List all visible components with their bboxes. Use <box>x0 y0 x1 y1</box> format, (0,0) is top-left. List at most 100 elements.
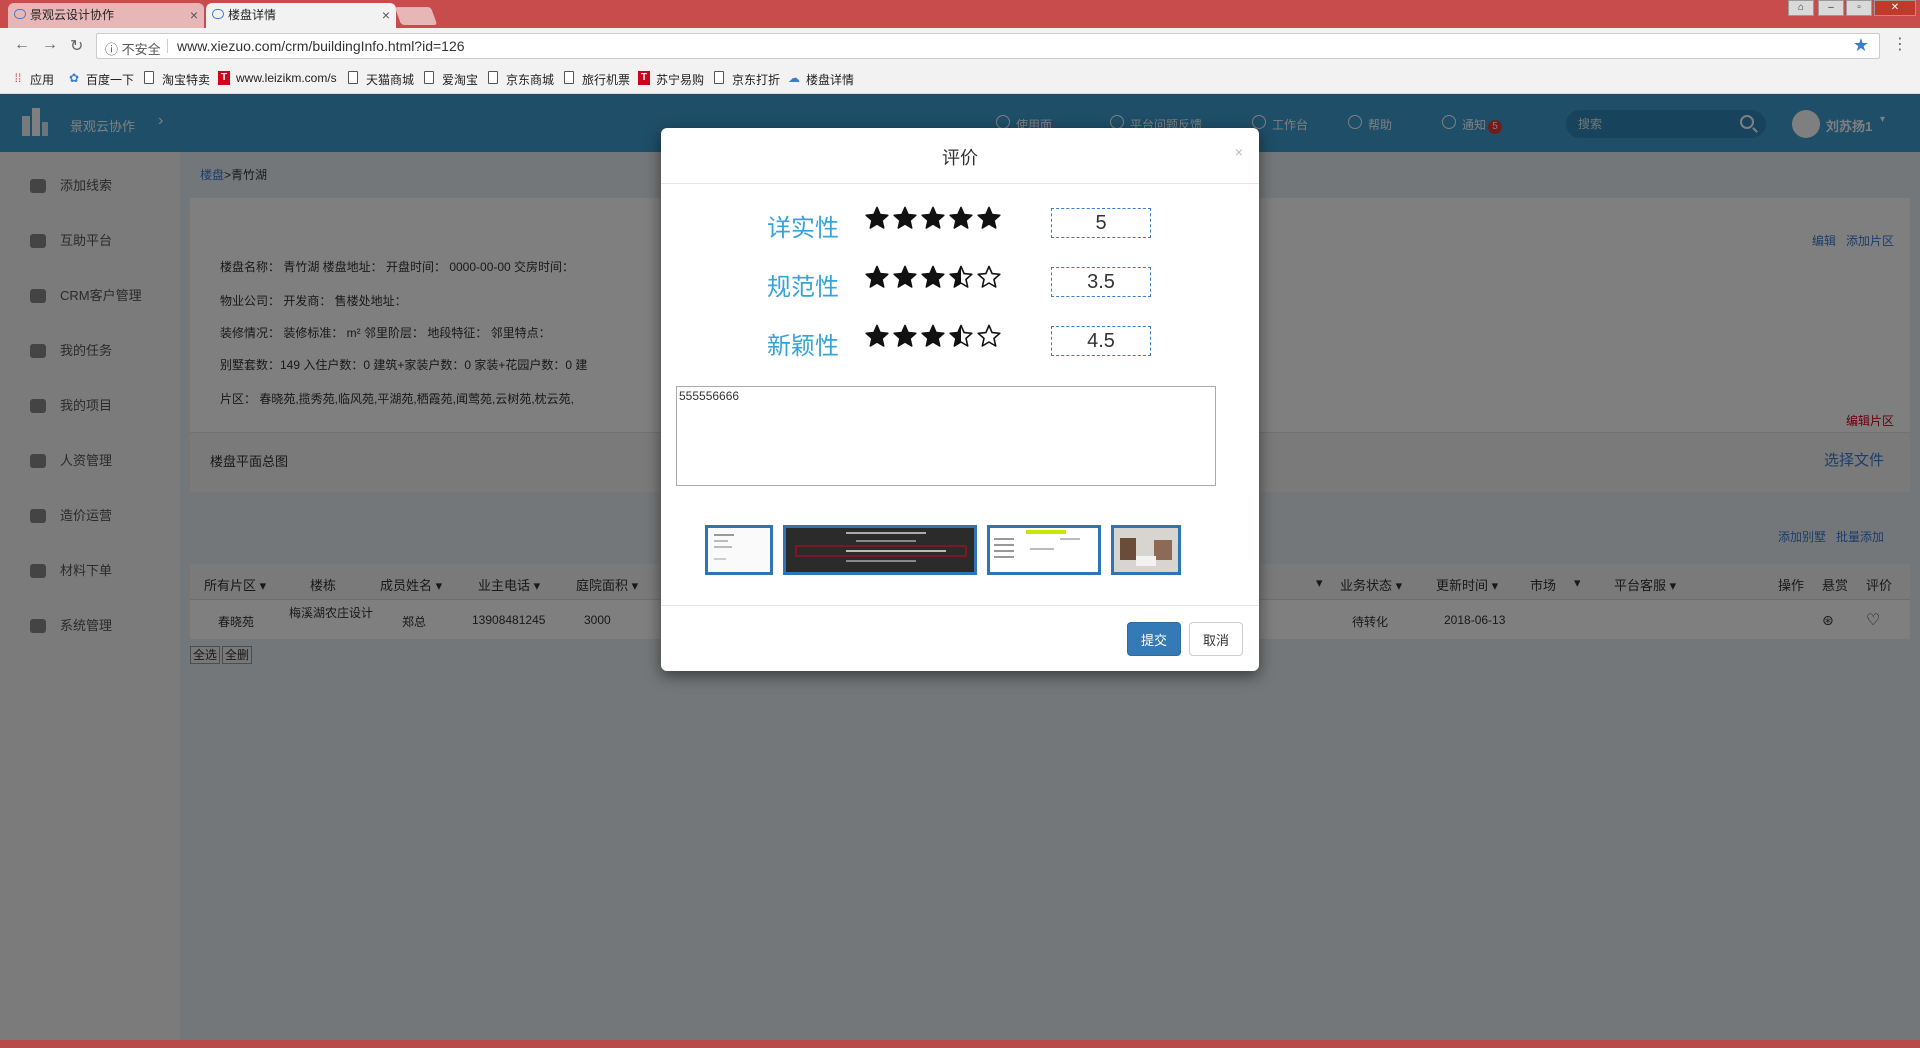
minimize-icon[interactable]: – <box>1818 0 1844 16</box>
url-text[interactable]: www.xiezuo.com/crm/buildingInfo.html?id=… <box>177 38 465 54</box>
modal-header: 评价 × <box>661 128 1259 184</box>
cloud-icon: ☁ <box>788 71 800 85</box>
stars-svg <box>865 206 1001 229</box>
bookmark-jd[interactable]: 京东商城 <box>488 71 554 88</box>
star-full-icon[interactable] <box>893 324 917 347</box>
bookmark-aitaobao[interactable]: 爱淘宝 <box>424 71 478 88</box>
star-full-icon[interactable] <box>949 206 973 229</box>
browser-menu-icon[interactable]: ⋮ <box>1892 34 1908 54</box>
bookmark-label: 百度一下 <box>86 73 135 87</box>
bookmark-baidu[interactable]: ✿ 百度一下 <box>68 71 134 88</box>
baidu-paw-icon: ✿ <box>68 71 80 85</box>
page-icon <box>564 71 574 84</box>
new-tab-button[interactable] <box>394 7 438 25</box>
stars-svg <box>865 265 1001 288</box>
interior-photo-thumbnail <box>1114 528 1178 572</box>
forward-arrow-icon[interactable]: → <box>42 36 58 54</box>
bookmark-label: 京东打折 <box>732 73 781 87</box>
page-icon <box>144 71 154 84</box>
window-close-icon[interactable]: ✕ <box>1874 0 1916 16</box>
user-profile-icon[interactable]: ⌂ <box>1788 0 1814 16</box>
red-t-icon: T <box>218 71 230 85</box>
star-full-icon[interactable] <box>921 265 945 288</box>
tab-label: 楼盘详情 <box>228 8 277 22</box>
modal-title: 评价 <box>942 148 978 168</box>
thumbnail-image[interactable] <box>705 525 773 575</box>
attachment-thumbnails <box>661 525 1259 575</box>
bookmark-tmall[interactable]: 天猫商城 <box>348 71 414 88</box>
cloud-icon <box>212 9 224 19</box>
star-half-icon[interactable] <box>949 265 973 288</box>
star-full-icon[interactable] <box>865 324 889 347</box>
bookmark-label: 楼盘详情 <box>806 73 855 87</box>
rating-value: 3.5 <box>1051 267 1151 297</box>
modal-footer: 提交 取消 <box>661 605 1259 671</box>
star-rating[interactable] <box>865 202 1005 242</box>
bookmark-travel[interactable]: 旅行机票 <box>564 71 630 88</box>
rating-label: 规范性 <box>767 274 839 301</box>
browser-tab-1[interactable]: 景观云设计协作 × <box>8 3 204 28</box>
bookmark-label: 天猫商城 <box>366 73 415 87</box>
star-empty-icon[interactable] <box>977 265 1001 288</box>
thumbnail-image[interactable] <box>1111 525 1181 575</box>
red-t-icon: T <box>638 71 650 85</box>
not-secure-label: 不安全 <box>121 42 161 57</box>
browser-tab-2[interactable]: 楼盘详情 × <box>206 3 396 28</box>
bookmark-label: 淘宝特卖 <box>162 73 211 87</box>
page-icon <box>714 71 724 84</box>
thumbnail-image[interactable] <box>987 525 1101 575</box>
star-full-icon[interactable] <box>921 324 945 347</box>
bookmark-label: www.leizikm.com/s <box>236 71 337 85</box>
star-full-icon[interactable] <box>893 206 917 229</box>
bookmark-leizikm[interactable]: Twww.leizikm.com/s <box>218 71 337 85</box>
bookmarks-bar: ⁞⁞ 应用 ✿ 百度一下 淘宝特卖 Twww.leizikm.com/s 天猫商城 … <box>0 64 1920 94</box>
bookmark-label: 苏宁易购 <box>656 73 705 87</box>
star-full-icon[interactable] <box>977 206 1001 229</box>
spreadsheet-thumbnail <box>990 528 1098 572</box>
bookmark-label: 旅行机票 <box>582 73 631 87</box>
back-arrow-icon[interactable]: ← <box>14 36 30 54</box>
document-thumbnail <box>708 528 770 572</box>
star-empty-icon[interactable] <box>977 324 1001 347</box>
cancel-button[interactable]: 取消 <box>1189 622 1243 656</box>
star-full-icon[interactable] <box>865 265 889 288</box>
star-full-icon[interactable] <box>893 265 917 288</box>
star-rating[interactable] <box>865 261 1005 301</box>
rating-value: 4.5 <box>1051 326 1151 356</box>
rating-row-standard: 规范性 3.5 <box>661 259 1259 307</box>
bookmark-building-detail[interactable]: ☁ 楼盘详情 <box>788 71 854 88</box>
thumbnail-image[interactable] <box>783 525 977 575</box>
cloud-icon <box>14 9 26 19</box>
bookmark-taobao-sale[interactable]: 淘宝特卖 <box>144 71 210 88</box>
info-icon[interactable]: ⓘ 不安全 <box>105 39 161 58</box>
omnibox[interactable]: ⓘ 不安全 www.xiezuo.com/crm/buildingInfo.ht… <box>96 33 1880 59</box>
bookmark-suning[interactable]: T 苏宁易购 <box>638 71 704 88</box>
stars-svg <box>865 324 1001 347</box>
apps-grid-icon: ⁞⁞ <box>14 71 22 85</box>
bookmark-apps[interactable]: ⁞⁞ 应用 <box>12 71 54 88</box>
close-icon[interactable]: × <box>1235 144 1243 160</box>
bookmark-label: 应用 <box>30 73 55 87</box>
omnibox-divider <box>167 39 168 53</box>
page-icon <box>488 71 498 84</box>
close-icon[interactable]: × <box>382 3 390 27</box>
comment-textarea[interactable]: 555556666 <box>676 386 1216 486</box>
address-bar-row: ← → ↻ ⓘ 不安全 www.xiezuo.com/crm/buildingI… <box>0 28 1920 64</box>
rating-label: 新颖性 <box>767 333 839 360</box>
star-half-icon[interactable] <box>949 324 973 347</box>
rating-row-novelty: 新颖性 4.5 <box>661 318 1259 366</box>
maximize-icon[interactable]: ▫ <box>1846 0 1872 16</box>
bookmark-star-icon[interactable]: ★ <box>1853 35 1869 56</box>
reload-icon[interactable]: ↻ <box>70 36 83 56</box>
bookmark-jd-discount[interactable]: 京东打折 <box>714 71 780 88</box>
rating-value: 5 <box>1051 208 1151 238</box>
submit-button[interactable]: 提交 <box>1127 622 1181 656</box>
browser-tab-bar: 景观云设计协作 × 楼盘详情 × ⌂ – ▫ ✕ <box>0 0 1920 28</box>
close-icon[interactable]: × <box>190 3 198 27</box>
code-screenshot-thumbnail <box>786 528 974 572</box>
star-full-icon[interactable] <box>865 206 889 229</box>
page-icon <box>424 71 434 84</box>
star-rating[interactable] <box>865 320 1005 360</box>
bookmark-label: 京东商城 <box>506 73 555 87</box>
star-full-icon[interactable] <box>921 206 945 229</box>
